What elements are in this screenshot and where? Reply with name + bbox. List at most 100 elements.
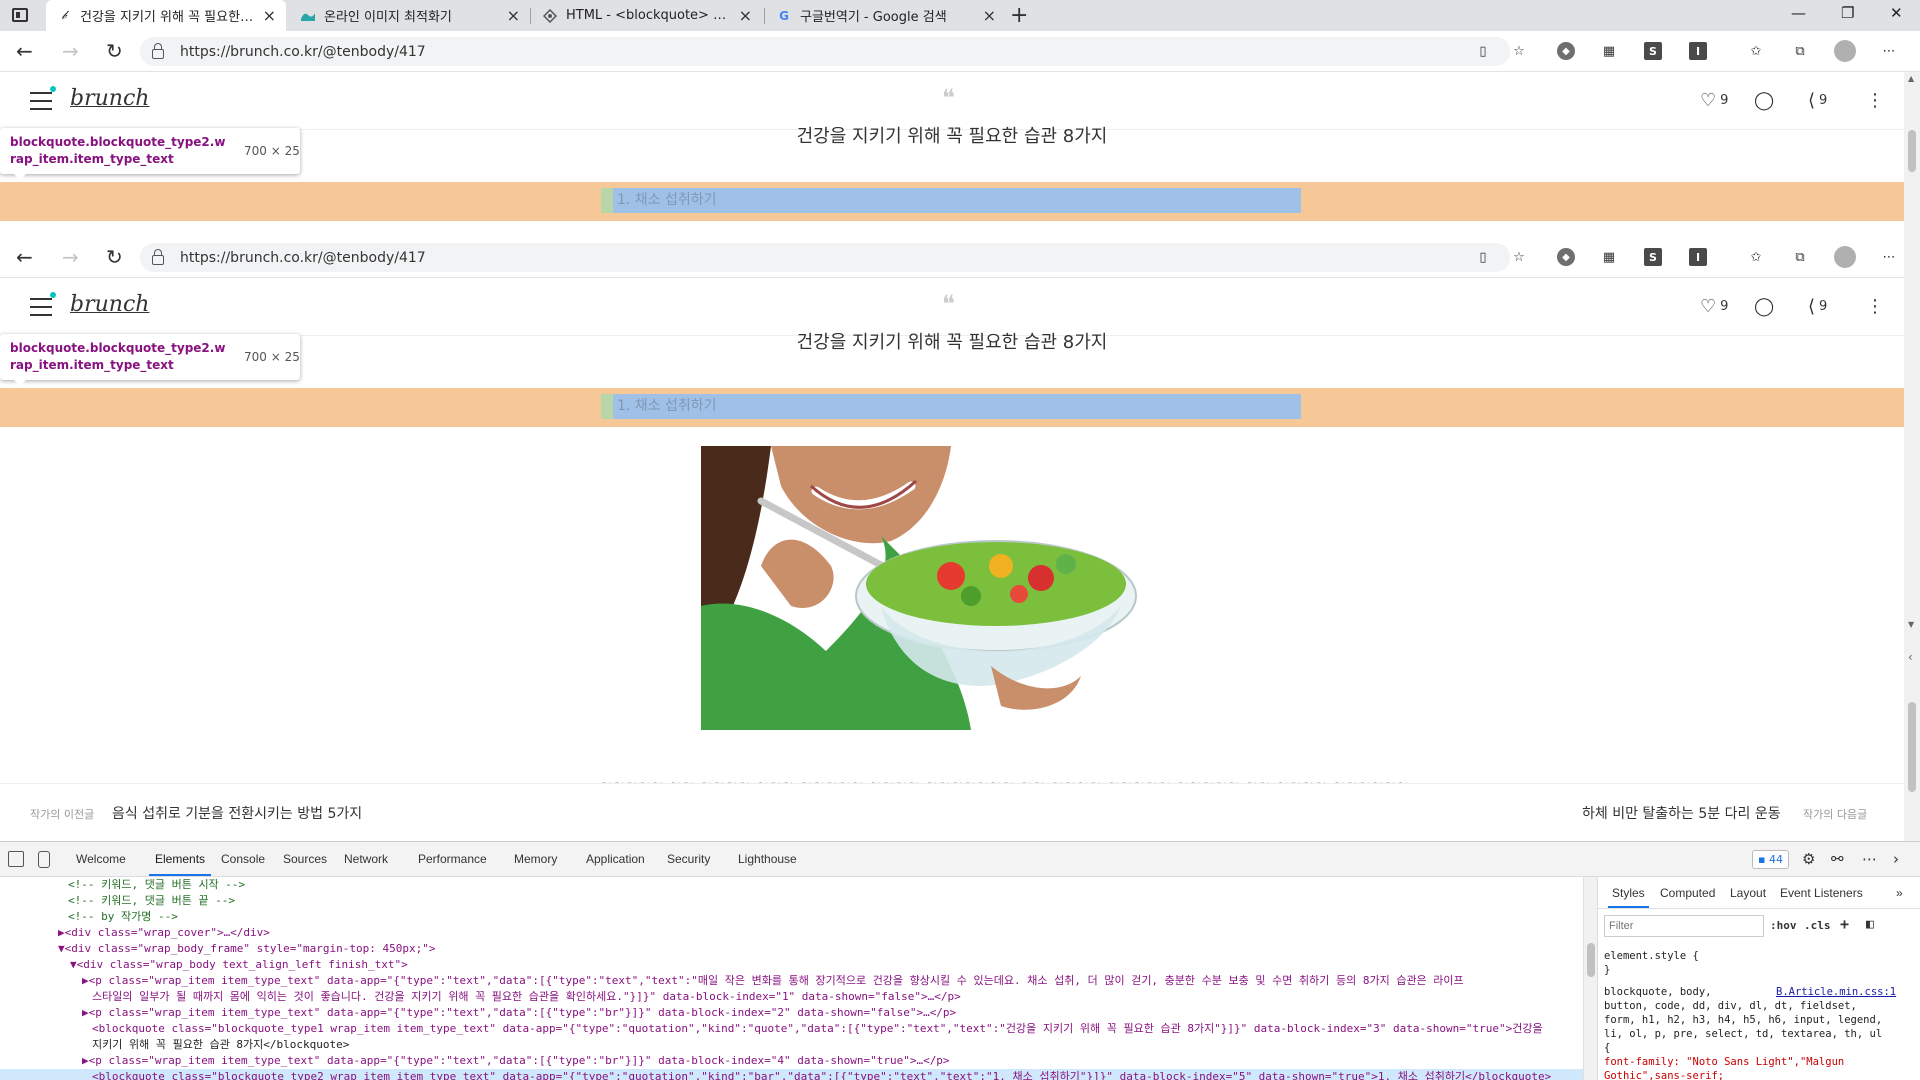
collections-icon[interactable]: ⧉ (1791, 248, 1809, 266)
refresh-icon[interactable]: ↻ (106, 39, 123, 63)
back-icon[interactable]: ← (16, 245, 33, 269)
devtools-tab-performance[interactable]: Performance (418, 852, 487, 866)
extension-i-icon[interactable]: I (1689, 248, 1707, 266)
collections-icon[interactable]: ⧉ (1791, 42, 1809, 60)
devtools-tab-application[interactable]: Application (586, 852, 645, 866)
dom-node-wrap[interactable]: 지키기 위해 꼭 필요한 습관 8가지</blockquote> (0, 1037, 1583, 1053)
devtools-tab-welcome[interactable]: Welcome (76, 852, 126, 866)
toggle-sidebar-icon[interactable]: ◧ (1866, 917, 1874, 932)
extension-i-icon[interactable]: I (1689, 42, 1707, 60)
url-field[interactable]: https://brunch.co.kr/@tenbody/417 (140, 243, 1510, 272)
inspect-element-icon[interactable] (8, 851, 24, 867)
hov-toggle[interactable]: :hov (1770, 919, 1797, 932)
devtools-tab-network[interactable]: Network (344, 852, 388, 866)
dom-node[interactable]: ▶<div class="wrap_cover">…</div> (0, 925, 1583, 941)
like-button[interactable]: ♡ 9 (1700, 90, 1728, 111)
gear-icon[interactable]: ⚙ (1802, 850, 1815, 868)
dom-node[interactable]: ▶<p class="wrap_item item_type_text" dat… (0, 973, 1583, 989)
like-button[interactable]: ♡ 9 (1700, 296, 1728, 317)
page-scrollbar[interactable]: ▲ ▼ ‹ (1904, 72, 1920, 841)
dom-node[interactable]: ▶<p class="wrap_item item_type_text" dat… (0, 1053, 1583, 1069)
devtools-tab-console[interactable]: Console (221, 852, 265, 866)
extension-media-icon[interactable]: ▦ (1600, 42, 1618, 60)
forward-icon[interactable]: → (62, 245, 79, 269)
dom-node[interactable]: <blockquote class="blockquote_type1 wrap… (0, 1021, 1583, 1037)
elements-scrollbar[interactable] (1583, 877, 1597, 1080)
dom-comment[interactable]: <!-- 키워드, 댓글 버튼 시작 --> (0, 877, 1583, 893)
close-icon[interactable]: × (507, 6, 520, 25)
dom-node-selected[interactable]: <blockquote class="blockquote_type2 wrap… (0, 1069, 1583, 1080)
tab-actions-icon[interactable] (12, 8, 28, 22)
elements-dom-tree[interactable]: <!-- 키워드, 댓글 버튼 시작 --> <!-- 키워드, 댓글 버튼 끝… (0, 877, 1583, 1080)
devtools-tab-lighthouse[interactable]: Lighthouse (738, 852, 797, 866)
tab-google-translate-search[interactable]: G 구글번역기 - Google 검색 × (766, 0, 1006, 31)
styles-filter-input[interactable] (1604, 915, 1764, 937)
share-button[interactable]: ⟨ 9 (1808, 296, 1827, 317)
more-vertical-icon[interactable]: ⋮ (1866, 90, 1884, 111)
css-source-link[interactable]: B.Article.min.css:1 (1776, 985, 1896, 999)
new-tab-button[interactable]: + (1010, 3, 1028, 28)
lock-icon[interactable] (152, 42, 164, 59)
devtools-tab-memory[interactable]: Memory (514, 852, 557, 866)
add-rule-icon[interactable]: + (1840, 915, 1849, 933)
window-close-icon[interactable]: ✕ (1890, 4, 1903, 22)
more-horizontal-icon[interactable]: ⋯ (1862, 850, 1877, 868)
menu-icon[interactable] (30, 86, 56, 110)
dom-node[interactable]: ▼<div class="wrap_body text_align_left f… (0, 957, 1583, 973)
more-vertical-icon[interactable]: ⋮ (1866, 296, 1884, 317)
devtools-tab-elements[interactable]: Elements (148, 852, 212, 876)
scroll-thumb[interactable] (1908, 130, 1916, 172)
chevron-right-icon[interactable]: › (1893, 850, 1899, 868)
lock-icon[interactable] (152, 248, 164, 265)
profile-avatar-icon[interactable] (1834, 246, 1856, 268)
minimize-icon[interactable]: — (1791, 4, 1806, 22)
close-icon[interactable]: × (739, 6, 752, 25)
chevron-double-right-icon[interactable]: » (1896, 886, 1903, 900)
tab-blockquote-tutorial[interactable]: HTML - <blockquote> Tag - Tutorials × (532, 0, 762, 31)
issues-badge[interactable]: ▪ 44 (1752, 850, 1789, 869)
prev-post-link[interactable]: 음식 섭취로 기분을 전환시키는 방법 5가지 (112, 803, 362, 823)
scroll-up-icon[interactable]: ▲ (1908, 74, 1914, 83)
brunch-logo[interactable]: brunch (70, 292, 149, 317)
menu-icon[interactable] (30, 292, 56, 316)
dom-node-wrap[interactable]: 스타일의 일부가 될 때까지 몸에 익히는 것이 좋습니다. 건강을 지키기 위… (0, 989, 1583, 1005)
scroll-thumb[interactable] (1587, 943, 1595, 977)
extension-vpn-icon[interactable]: ◆ (1557, 248, 1575, 266)
styles-tab-computed[interactable]: Computed (1660, 886, 1715, 900)
collapse-chevron-icon[interactable]: ‹ (1908, 650, 1913, 664)
tab-brunch-article[interactable]: 𝒷 건강을 지키기 위해 꼭 필요한 습관 × (46, 0, 286, 31)
extension-media-icon[interactable]: ▦ (1600, 248, 1618, 266)
next-post-link[interactable]: 하체 비만 탈출하는 5분 다리 운동 (1582, 803, 1781, 823)
favorites-icon[interactable]: ✩ (1747, 42, 1765, 60)
settings-more-icon[interactable]: ⋯ (1880, 42, 1898, 60)
close-icon[interactable]: × (983, 6, 996, 25)
reader-mode-icon[interactable]: ▯ (1474, 42, 1492, 60)
styles-tab-event-listeners[interactable]: Event Listeners (1780, 886, 1863, 900)
share-button[interactable]: ⟨ 9 (1808, 90, 1827, 111)
tab-image-optimizer[interactable]: 온라인 이미지 최적화기 × (290, 0, 530, 31)
dom-node[interactable]: ▶<p class="wrap_item item_type_text" dat… (0, 1005, 1583, 1021)
styles-tab-styles[interactable]: Styles (1608, 886, 1649, 908)
css-property[interactable]: font-family: "Noto Sans Light","Malgun (1604, 1055, 1914, 1069)
comment-button[interactable]: ◯ (1754, 296, 1778, 317)
restore-icon[interactable]: ❐ (1841, 4, 1854, 22)
dom-comment[interactable]: <!-- 키워드, 댓글 버튼 끝 --> (0, 893, 1583, 909)
brunch-logo[interactable]: brunch (70, 86, 149, 111)
css-property[interactable]: Gothic",sans-serif; (1604, 1069, 1914, 1080)
forward-icon[interactable]: → (62, 39, 79, 63)
url-field[interactable]: https://brunch.co.kr/@tenbody/417 (140, 37, 1510, 66)
favorite-add-icon[interactable]: ☆ (1510, 248, 1528, 266)
extension-s-icon[interactable]: S (1644, 42, 1662, 60)
scroll-thumb[interactable] (1908, 702, 1916, 792)
dom-comment[interactable]: <!-- by 작가명 --> (0, 909, 1583, 925)
devtools-tab-sources[interactable]: Sources (283, 852, 327, 866)
favorite-add-icon[interactable]: ☆ (1510, 42, 1528, 60)
reader-mode-icon[interactable]: ▯ (1474, 248, 1492, 266)
devtools-tab-security[interactable]: Security (667, 852, 710, 866)
scroll-down-icon[interactable]: ▼ (1908, 620, 1914, 629)
cls-toggle[interactable]: .cls (1804, 919, 1831, 932)
settings-more-icon[interactable]: ⋯ (1880, 248, 1898, 266)
close-icon[interactable]: × (263, 6, 276, 25)
extension-vpn-icon[interactable]: ◆ (1557, 42, 1575, 60)
extension-s-icon[interactable]: S (1644, 248, 1662, 266)
